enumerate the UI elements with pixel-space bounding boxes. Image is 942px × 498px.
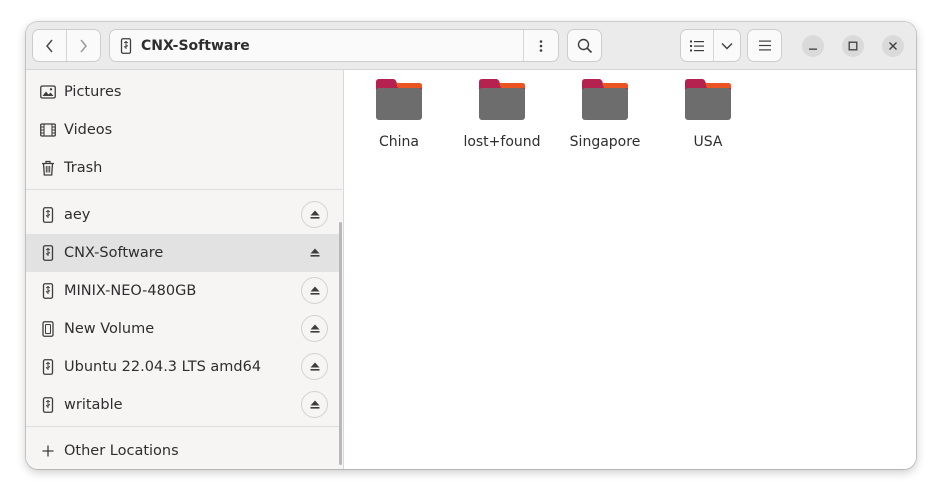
folder-icon [376, 79, 422, 120]
close-button[interactable] [882, 35, 904, 57]
folder-item-usa[interactable]: USA [658, 78, 758, 150]
trash-icon [40, 160, 56, 176]
sidebar-item-aey[interactable]: aey [26, 196, 341, 234]
usb-drive-icon [40, 359, 56, 375]
path-crumb-current[interactable]: CNX-Software [110, 30, 523, 61]
navigation-buttons [32, 29, 101, 62]
sidebar-divider [26, 426, 342, 427]
eject-icon [310, 210, 319, 219]
sidebar-item-minix-neo-480gb[interactable]: MINIX-NEO-480GB [26, 272, 341, 310]
main-menu-button[interactable] [747, 29, 782, 62]
plus-icon [40, 443, 56, 459]
chevron-left-icon [45, 39, 53, 52]
minimize-icon [809, 48, 817, 50]
usb-drive-icon [120, 37, 132, 54]
folder-label: lost+found [463, 134, 541, 150]
maximize-button[interactable] [842, 35, 864, 57]
search-icon [577, 38, 592, 53]
eject-icon [310, 362, 319, 371]
sidebar-item-writable[interactable]: writable [26, 386, 341, 424]
eject-icon [310, 324, 319, 333]
path-label: CNX-Software [141, 37, 250, 54]
folder-icon [479, 79, 525, 120]
path-bar: CNX-Software [109, 29, 559, 62]
usb-drive-icon [40, 397, 56, 413]
sidebar-item-pictures[interactable]: Pictures [26, 73, 341, 111]
vertical-dots-icon [539, 39, 543, 52]
folder-item-lost-found[interactable]: lost+found [452, 78, 552, 150]
chevron-down-icon [721, 42, 733, 49]
folder-icon [685, 79, 731, 120]
usb-drive-icon [40, 207, 56, 223]
drive-icon [40, 321, 56, 337]
sidebar-scrollbar[interactable] [339, 222, 342, 465]
sidebar-item-cnx-software[interactable]: CNX-Software [26, 234, 341, 272]
folder-label: China [379, 134, 419, 150]
sidebar-item-label: Ubuntu 22.04.3 LTS amd64 [64, 359, 262, 375]
sidebar-item-label: MINIX-NEO-480GB [64, 283, 197, 299]
view-options-button[interactable] [712, 30, 740, 61]
sidebar-item-label: CNX-Software [64, 245, 164, 261]
folder-label: Singapore [569, 134, 641, 150]
maximize-icon [848, 41, 858, 51]
sidebar-item-videos[interactable]: Videos [26, 111, 341, 149]
list-view-icon [689, 40, 704, 51]
sidebar-item-ubuntu-iso[interactable]: Ubuntu 22.04.3 LTS amd64 [26, 348, 341, 386]
sidebar-item-label: Pictures [64, 84, 122, 100]
videos-icon [40, 122, 56, 138]
sidebar-item-label: Videos [64, 122, 113, 138]
sidebar: Pictures Videos Trash aey CNX-Software M… [26, 70, 344, 469]
sidebar-item-trash[interactable]: Trash [26, 149, 341, 187]
sidebar-item-label: New Volume [64, 321, 155, 337]
file-view: China lost+found Singapore USA [344, 70, 916, 469]
eject-icon [310, 248, 319, 257]
eject-button[interactable] [301, 315, 328, 342]
forward-button[interactable] [67, 30, 100, 61]
search-button[interactable] [567, 29, 602, 62]
sidebar-item-other-locations[interactable]: Other Locations [26, 432, 341, 469]
minimize-button[interactable] [802, 35, 824, 57]
eject-button[interactable] [301, 353, 328, 380]
folder-icon [582, 79, 628, 120]
eject-icon [310, 286, 319, 295]
file-manager-window: CNX-Software Pictures Videos Trash aey C… [26, 22, 916, 469]
hamburger-menu-icon [758, 40, 771, 51]
sidebar-item-label: Trash [64, 160, 103, 176]
eject-button[interactable] [301, 201, 328, 228]
eject-button[interactable] [301, 277, 328, 304]
back-button[interactable] [33, 30, 66, 61]
usb-drive-icon [40, 245, 56, 261]
folder-item-singapore[interactable]: Singapore [555, 78, 655, 150]
view-toggle-group [680, 29, 741, 62]
folder-label: USA [693, 134, 723, 150]
eject-icon [310, 400, 319, 409]
list-view-button[interactable] [681, 30, 713, 61]
folder-item-china[interactable]: China [349, 78, 449, 150]
sidebar-item-new-volume[interactable]: New Volume [26, 310, 341, 348]
chevron-right-icon [80, 39, 88, 52]
pictures-icon [40, 84, 56, 100]
close-icon [889, 42, 897, 50]
sidebar-item-label: writable [64, 397, 123, 413]
sidebar-item-label: Other Locations [64, 443, 179, 459]
usb-drive-icon [40, 283, 56, 299]
path-menu-button[interactable] [523, 30, 558, 61]
eject-button[interactable] [301, 239, 328, 266]
sidebar-item-label: aey [64, 207, 91, 223]
header-bar: CNX-Software [26, 22, 916, 70]
eject-button[interactable] [301, 391, 328, 418]
sidebar-divider [26, 189, 342, 190]
